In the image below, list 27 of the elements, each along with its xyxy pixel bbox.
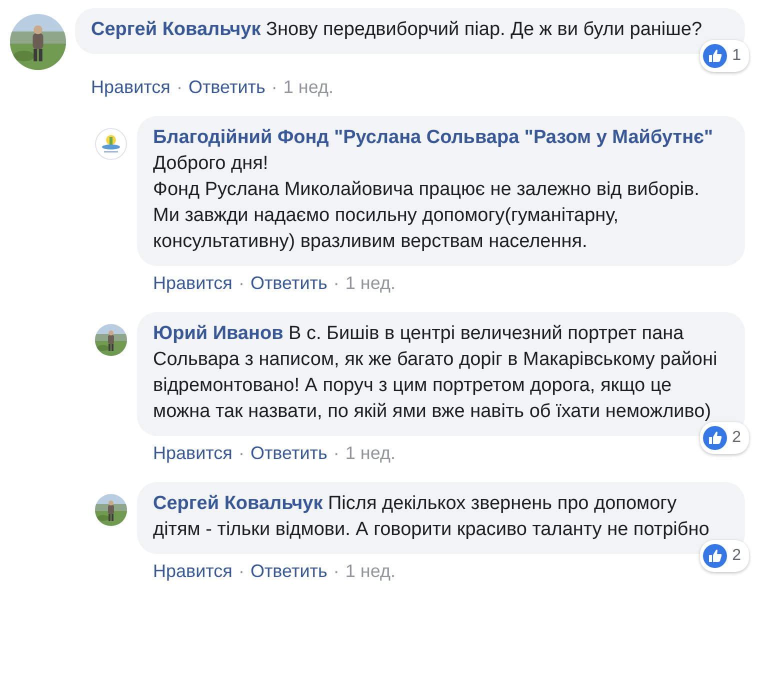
like-icon xyxy=(703,544,728,568)
separator-dot: · xyxy=(238,272,244,294)
reaction-count[interactable]: 2 xyxy=(700,422,749,454)
action-link[interactable]: Нравится xyxy=(153,442,232,464)
reaction-count[interactable]: 1 xyxy=(700,40,749,72)
action-link[interactable]: Ответить xyxy=(250,272,328,294)
action-link[interactable]: Ответить xyxy=(250,442,328,464)
reaction-count[interactable]: 2 xyxy=(700,540,749,572)
action-link[interactable]: Нравится xyxy=(91,76,170,98)
like-icon xyxy=(703,44,728,68)
comment-text: Благодійний Фонд "Руслана Сольвара "Разом у Майбутнє" Доброго дня! Фонд Руслана Миколайовича працює не залежно від виборів. Ми завжди надаємо посильну допомогу(гуманітарну, консультативну) вразливим верствам населення. xyxy=(153,126,714,254)
separator-dot: · xyxy=(238,442,244,464)
action-link[interactable]: Ответить xyxy=(188,76,266,98)
separator-dot: · xyxy=(176,76,182,98)
action-link[interactable]: Нравится xyxy=(153,272,232,294)
separator-dot: · xyxy=(333,442,340,464)
separator-dot: · xyxy=(238,560,244,582)
action-link[interactable]: Ответить xyxy=(250,560,328,582)
comment-text: Сергей Ковальчук Знову передвиборчий піар. Де ж ви були раніше? xyxy=(91,18,704,42)
like-icon xyxy=(703,426,728,450)
separator-dot: · xyxy=(333,272,340,294)
separator-dot: · xyxy=(333,560,340,582)
comment-text: Сергей Ковальчук Після декількох звернень про допомогу дітям - тільки відмови. А говорити красиво таланту не потрібно xyxy=(153,492,710,542)
separator-dot: · xyxy=(271,76,278,98)
comment-text: Юрий Иванов В с. Бишів в центрі величезний портрет пана Сольвара з написом, як же багато доріг в Макарівському районі відремонтовано! А поруч з цим портретом дорога, якщо це можна так назвати, по якій ями вже навіть об їхати неможливо) xyxy=(153,322,718,424)
action-link[interactable]: Нравится xyxy=(153,560,232,582)
logo-icon xyxy=(95,128,127,160)
